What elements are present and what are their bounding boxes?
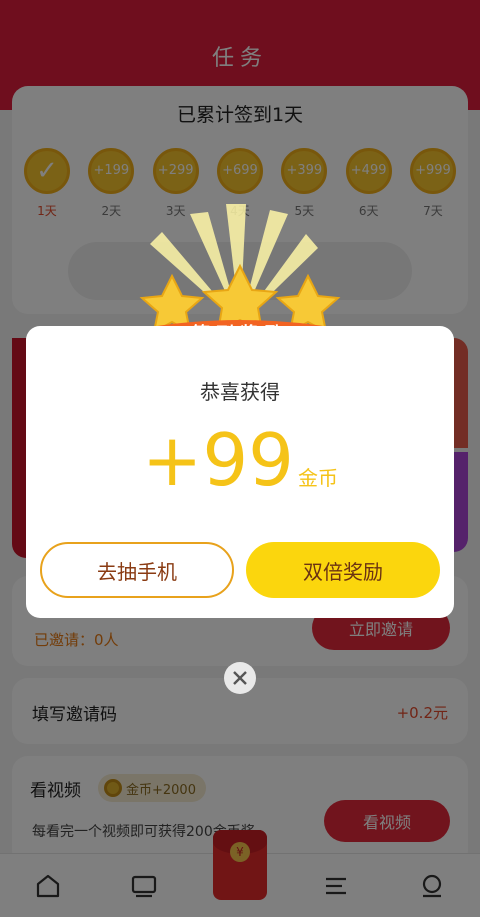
lottery-button[interactable]: 去抽手机 <box>40 542 234 598</box>
reward-modal: 恭喜获得 +99 金币 去抽手机 双倍奖励 <box>26 326 454 618</box>
close-icon <box>233 671 247 685</box>
double-reward-button[interactable]: 双倍奖励 <box>246 542 440 598</box>
reward-amount-row: +99 金币 <box>26 418 454 502</box>
close-button[interactable] <box>224 662 256 694</box>
congrats-text: 恭喜获得 <box>200 380 280 404</box>
reward-amount: +99 <box>142 418 294 502</box>
reward-unit: 金币 <box>297 466 338 490</box>
